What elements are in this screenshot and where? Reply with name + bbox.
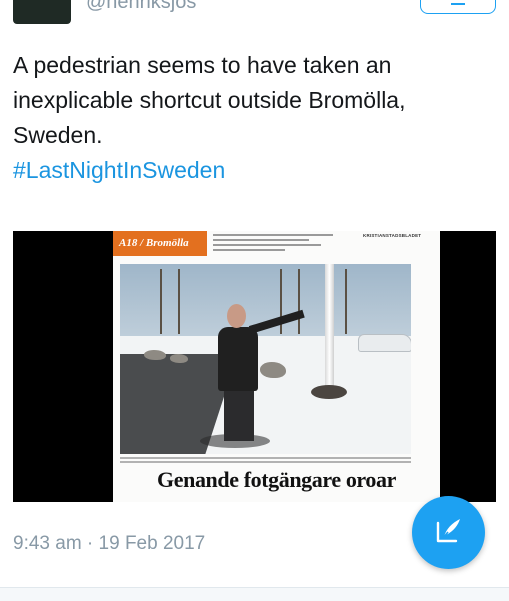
compose-button[interactable] xyxy=(412,496,485,569)
tweet-text-line: inexplicable shortcut outside Bromölla, xyxy=(13,87,406,113)
tweet-timestamp: 9:43 am · 19 Feb 2017 xyxy=(13,533,206,554)
section-label: A18 / Bromölla xyxy=(113,231,207,256)
follow-button[interactable] xyxy=(420,0,496,14)
news-photo xyxy=(120,264,411,454)
newspaper-headline: Genande fotgängare oroar xyxy=(157,467,396,492)
photo-caption xyxy=(120,457,411,465)
newspaper-page: A18 / Bromölla KRISTIANSTADSBLADET Genan… xyxy=(113,231,440,502)
masthead: KRISTIANSTADSBLADET xyxy=(363,233,422,238)
user-handle[interactable]: @henriksjos xyxy=(86,0,196,14)
tweet-text-line: Sweden. xyxy=(13,122,103,148)
tweet-text-line: A pedestrian seems to have taken an xyxy=(13,52,392,78)
byline-text xyxy=(213,234,333,254)
compose-tweet-icon xyxy=(434,515,464,550)
follow-icon xyxy=(451,3,465,5)
hashtag-link[interactable]: #LastNightInSweden xyxy=(13,153,483,188)
section-divider xyxy=(0,587,509,601)
avatar[interactable] xyxy=(13,0,71,24)
tweet-media-image[interactable]: A18 / Bromölla KRISTIANSTADSBLADET Genan… xyxy=(13,231,496,502)
tweet-text: A pedestrian seems to have taken an inex… xyxy=(13,48,483,188)
